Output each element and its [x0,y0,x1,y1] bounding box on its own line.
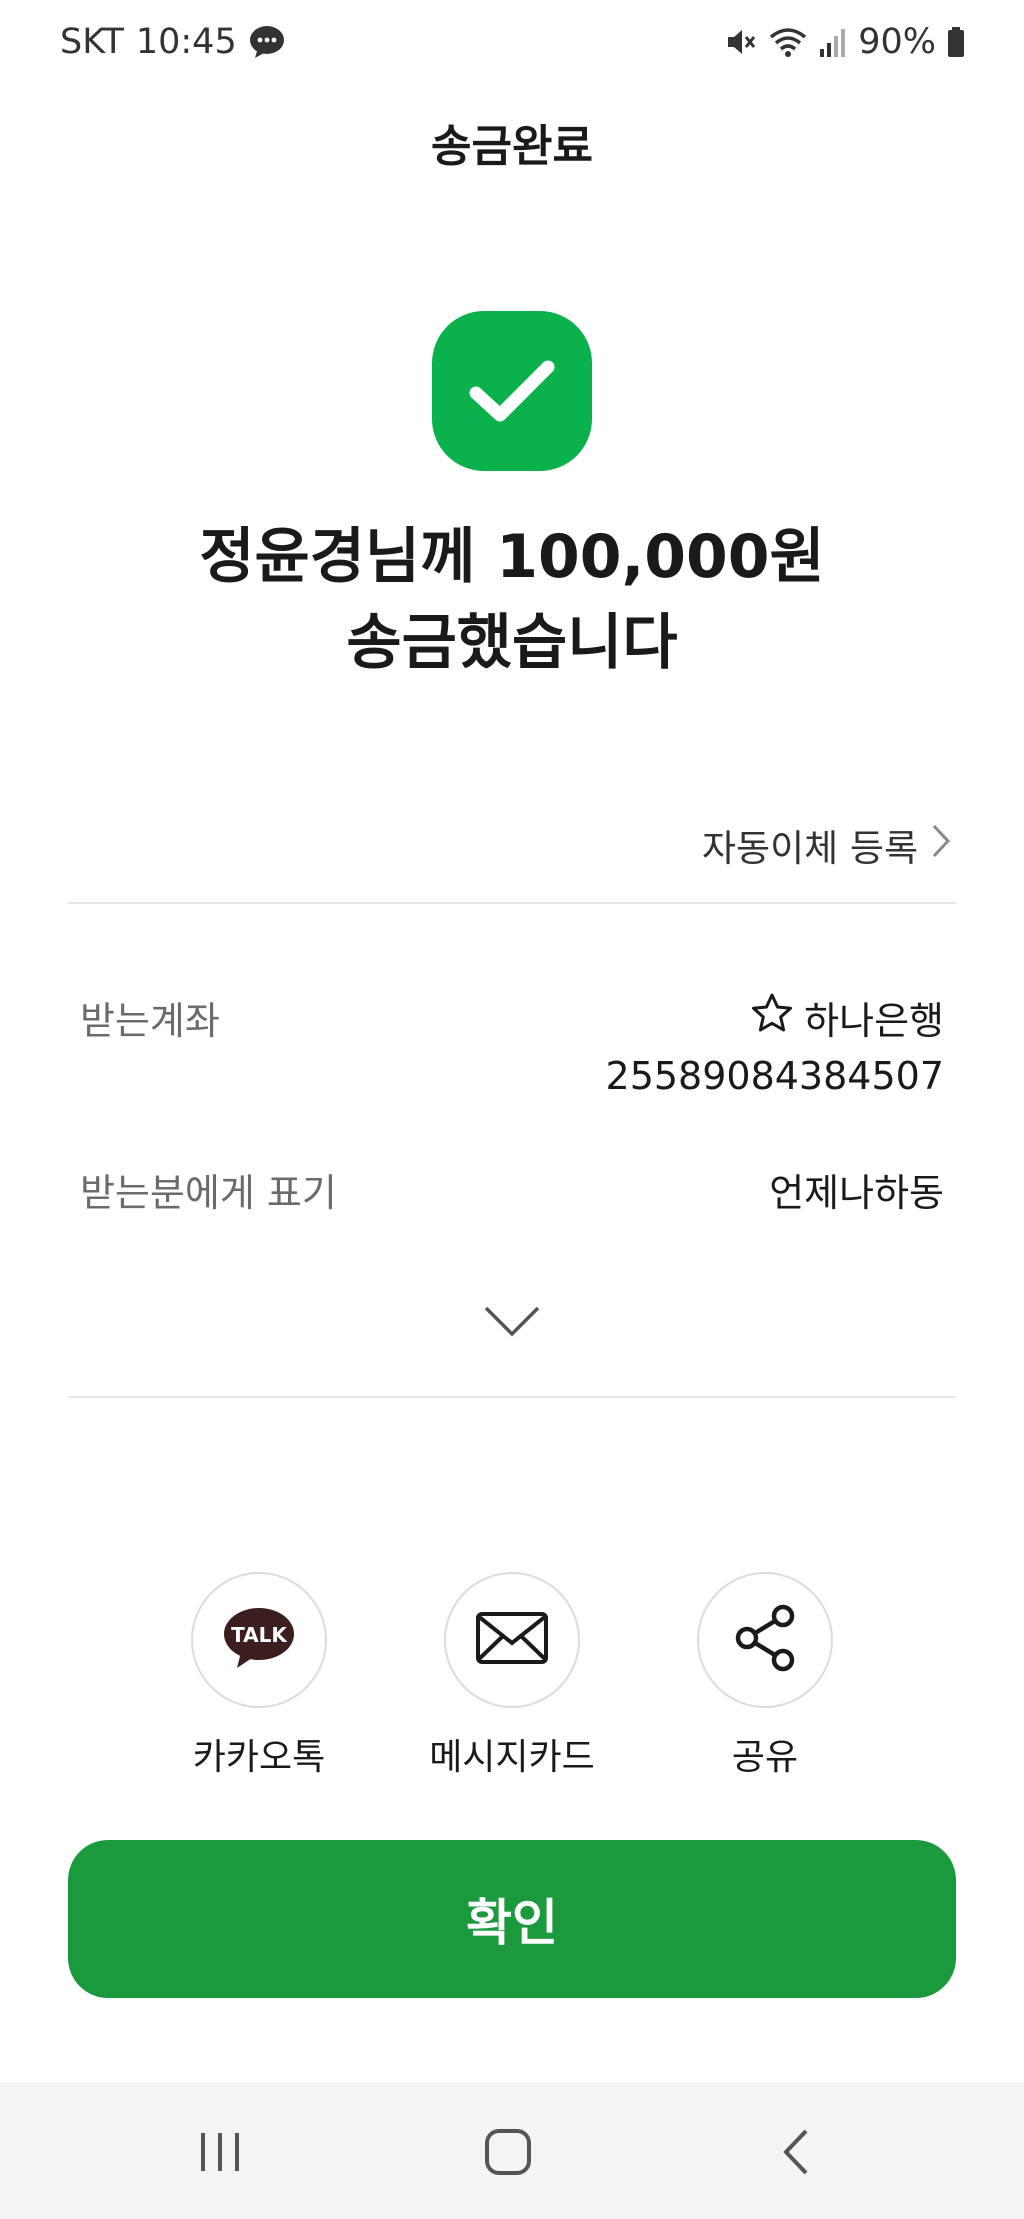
auto-transfer-link[interactable]: 자동이체 등록 [702,818,952,872]
message-card-label: 메시지카드 [429,1737,595,1778]
message-card-button[interactable] [444,1572,580,1708]
status-bar-right: 90% [724,22,966,62]
mute-icon [724,25,758,59]
bank-name: 하나은행 [804,999,944,1043]
star-favorite-icon[interactable] [750,992,794,1043]
clock: 10:45 [135,22,237,62]
battery-icon [946,25,966,59]
chevron-down-icon[interactable] [482,1302,542,1342]
memo-label: 받는분에게 표기 [80,1171,337,1215]
share-icon [729,1602,801,1678]
result-headline-status: 송금했습니다 [346,608,678,678]
chevron-right-icon [930,822,952,869]
kakaotalk-icon: TALK [223,1606,295,1674]
share-label: 공유 [731,1737,799,1778]
share-button[interactable] [697,1572,833,1708]
result-headline-amount: 정윤경님께 100,000원 [199,522,825,592]
svg-text:TALK: TALK [231,1623,288,1647]
wifi-icon [768,25,808,59]
kakaotalk-share-button[interactable]: TALK [191,1572,327,1708]
recent-apps-icon[interactable] [190,2124,250,2180]
chat-bubble-icon [249,25,285,59]
envelope-icon [475,1611,549,1669]
carrier-label: SKT [60,22,124,62]
home-icon[interactable] [478,2124,538,2180]
divider [68,1396,956,1398]
account-number: 25589084384507 [605,1054,944,1098]
divider [68,902,956,904]
memo-value: 언제나하동 [769,1171,944,1215]
account-label: 받는계좌 [80,999,220,1043]
confirm-button[interactable]: 확인 [68,1840,956,1998]
back-icon[interactable] [766,2124,826,2180]
page-title: 송금완료 [431,121,593,172]
battery-label: 90% [858,22,936,62]
check-icon [432,311,592,471]
bank-row: 하나은행 [750,990,944,1045]
signal-icon [818,25,848,59]
status-bar-left: SKT 10:45 [60,22,285,62]
auto-transfer-label: 자동이체 등록 [701,827,918,870]
kakaotalk-label: 카카오톡 [192,1737,326,1778]
